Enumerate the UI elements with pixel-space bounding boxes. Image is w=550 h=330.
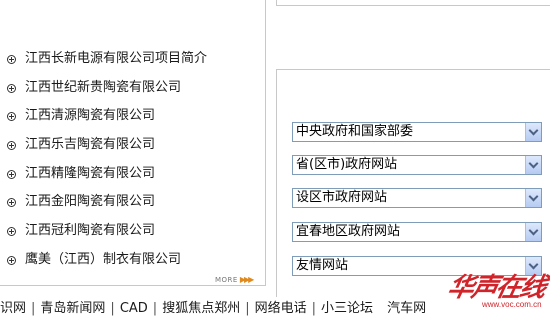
company-link[interactable]: 江西金阳陶瓷有限公司 xyxy=(25,188,155,217)
circle-plus-icon xyxy=(7,169,16,179)
circle-plus-icon xyxy=(7,54,16,64)
chevron-down-icon xyxy=(528,259,539,270)
right-panel-top xyxy=(276,0,550,6)
company-link[interactable]: 江西冠利陶瓷有限公司 xyxy=(25,217,155,246)
circle-plus-icon xyxy=(7,198,16,208)
list-item: 江西乐吉陶瓷有限公司 xyxy=(7,131,207,160)
list-item: 江西精隆陶瓷有限公司 xyxy=(7,160,207,189)
divider: | xyxy=(31,301,36,316)
list-item: 江西清源陶瓷有限公司 xyxy=(7,102,207,131)
more-label: MORE xyxy=(215,276,238,284)
city-government-select[interactable]: 设区市政府网站 xyxy=(292,188,542,208)
select-value: 友情网站 xyxy=(296,258,349,273)
company-link[interactable]: 江西世纪新贵陶瓷有限公司 xyxy=(25,74,181,103)
circle-plus-icon xyxy=(7,226,16,236)
list-item: 鹰美（江西）制衣有限公司 xyxy=(7,246,207,275)
company-link[interactable]: 鹰美（江西）制衣有限公司 xyxy=(25,246,181,275)
company-list-panel: 江西长新电源有限公司项目简介 江西世纪新贵陶瓷有限公司 江西清源陶瓷有限公司 江… xyxy=(0,0,266,286)
circle-plus-icon xyxy=(7,140,16,150)
chevron-down-icon xyxy=(528,191,539,202)
province-government-select[interactable]: 省(区市)政府网站 xyxy=(292,155,542,175)
footer-link[interactable]: CAD xyxy=(120,301,148,316)
list-item: 江西长新电源有限公司项目简介 xyxy=(7,45,207,74)
select-value: 省(区市)政府网站 xyxy=(296,157,398,172)
dropdown-button[interactable] xyxy=(525,223,541,241)
voc-watermark-logo: 华声在线 www.voc.com.cn xyxy=(444,272,548,324)
central-government-select[interactable]: 中央政府和国家部委 xyxy=(292,122,542,142)
select-value: 中央政府和国家部委 xyxy=(296,124,414,139)
triple-arrow-icon: ▶▶▶ xyxy=(239,275,255,284)
circle-plus-icon xyxy=(7,83,16,93)
footer-link[interactable]: 青岛新闻网 xyxy=(40,301,105,316)
company-link[interactable]: 江西乐吉陶瓷有限公司 xyxy=(25,131,155,160)
chevron-down-icon xyxy=(528,158,539,169)
footer-link[interactable]: 网络电话 xyxy=(255,301,307,316)
company-list: 江西长新电源有限公司项目简介 江西世纪新贵陶瓷有限公司 江西清源陶瓷有限公司 江… xyxy=(7,45,207,275)
dropdown-button[interactable] xyxy=(525,156,541,174)
watermark-logo-text: 华声在线 xyxy=(444,273,548,303)
select-value: 设区市政府网站 xyxy=(296,190,388,205)
select-value: 宜春地区政府网站 xyxy=(296,224,401,239)
company-link[interactable]: 江西长新电源有限公司项目简介 xyxy=(25,45,207,74)
company-link[interactable]: 江西清源陶瓷有限公司 xyxy=(25,102,155,131)
list-item: 江西金阳陶瓷有限公司 xyxy=(7,188,207,217)
list-item: 江西世纪新贵陶瓷有限公司 xyxy=(7,74,207,103)
chevron-down-icon xyxy=(528,125,539,136)
yichun-government-select[interactable]: 宜春地区政府网站 xyxy=(292,222,542,242)
circle-plus-icon xyxy=(7,255,16,265)
more-link[interactable]: MORE ▶▶▶ xyxy=(215,275,255,284)
divider: | xyxy=(152,301,158,316)
divider: | xyxy=(311,301,316,316)
footer-link[interactable]: 小三论坛 xyxy=(321,301,373,316)
divider xyxy=(378,301,382,316)
circle-plus-icon xyxy=(7,112,16,122)
footer-link[interactable]: 搜狐焦点郑州 xyxy=(162,301,240,316)
dropdown-button[interactable] xyxy=(525,123,541,141)
company-link[interactable]: 江西精隆陶瓷有限公司 xyxy=(25,160,155,189)
dropdown-button[interactable] xyxy=(525,189,541,207)
chevron-down-icon xyxy=(528,225,539,236)
divider: | xyxy=(110,301,115,316)
footer-link[interactable]: 识网 xyxy=(0,301,26,316)
divider: | xyxy=(245,301,250,316)
list-item: 江西冠利陶瓷有限公司 xyxy=(7,217,207,246)
footer-link[interactable]: 汽车网 xyxy=(387,301,426,316)
